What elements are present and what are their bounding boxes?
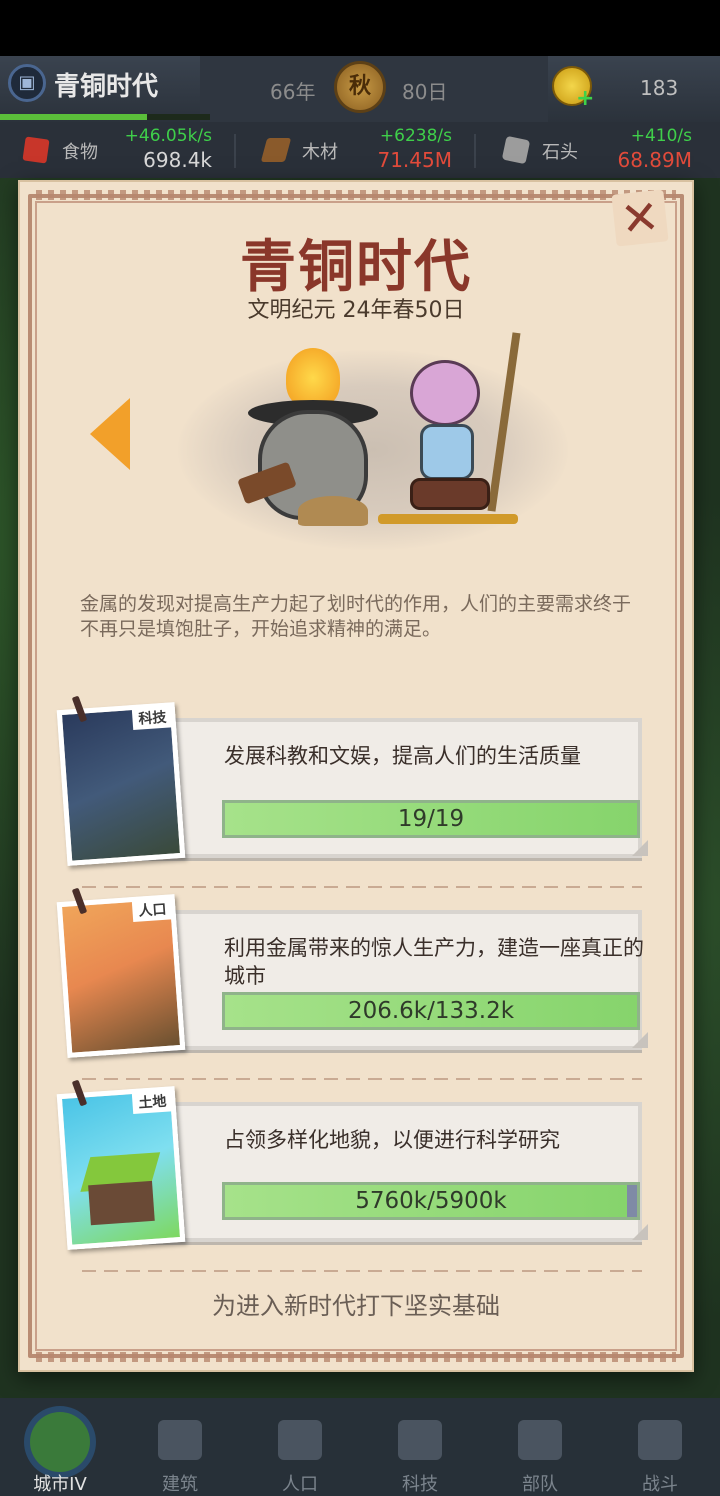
nav-battle[interactable]: 战斗 <box>600 1398 720 1496</box>
crossed-swords-icon <box>638 1420 682 1460</box>
era-description: 金属的发现对提高生产力起了划时代的作用，人们的主要需求终于不再只是填饱肚子，开始… <box>80 593 632 640</box>
goal-progress-bar: 19/19 <box>222 800 640 838</box>
progress-text: 19/19 <box>397 806 465 832</box>
tech-thumbnail: 科技 <box>56 702 186 866</box>
stone-icon <box>501 135 531 165</box>
nav-label: 部队 <box>522 1474 558 1495</box>
card-corner <box>632 1032 648 1048</box>
era-icon: ▣ <box>8 64 46 102</box>
dialog-title: 青铜时代 <box>240 235 472 300</box>
goal-text: 占领多样化地貌，以便进行科学研究 <box>224 1128 560 1152</box>
resource-rate: +46.05k/s <box>124 126 212 146</box>
nav-label: 城市IV <box>33 1474 87 1495</box>
goal-text: 发展科教和文娱，提高人们的生活质量 <box>224 744 581 768</box>
book-icon <box>398 1420 442 1460</box>
goal-card-tech: 科技 发展科教和文娱，提高人们的生活质量 19/19 <box>56 695 648 866</box>
person-icon <box>278 1420 322 1460</box>
goal-tag: 人口 <box>131 897 174 923</box>
era-illustration <box>178 320 578 560</box>
resource-name: 食物 <box>62 142 98 163</box>
coin-panel[interactable]: + 183 <box>548 56 720 122</box>
nav-city[interactable]: 城市IV <box>0 1398 120 1496</box>
wood-icon <box>260 138 292 162</box>
goal-text: 利用金属带来的惊人生产力，建造一座真正的城市 <box>224 936 644 988</box>
resource-amount: 698.4k <box>143 148 212 172</box>
divider <box>82 1078 642 1080</box>
era-button[interactable]: ▣ 青铜时代 <box>0 56 210 122</box>
goal-progress-bar: 5760k/5900k <box>222 1182 640 1220</box>
grass-block-body <box>88 1180 155 1226</box>
add-coins-icon[interactable]: + <box>576 86 594 111</box>
resource-rate: +410/s <box>630 126 692 146</box>
land-thumbnail: 土地 <box>56 1086 186 1250</box>
ore-pile <box>298 496 368 526</box>
progress-text: 206.6k/133.2k <box>347 998 515 1024</box>
nav-buildings[interactable]: 建筑 <box>120 1398 240 1496</box>
date-year: 66年 <box>270 80 316 104</box>
nav-label: 战斗 <box>642 1474 678 1495</box>
goal-tag: 土地 <box>131 1089 174 1115</box>
goal-tag: 科技 <box>131 705 174 731</box>
house-icon <box>158 1420 202 1460</box>
dialog-footer: 为进入新时代打下坚实基础 <box>212 1292 500 1320</box>
date-day: 80日 <box>402 80 448 104</box>
goal-card-background <box>142 1102 642 1242</box>
nav-army[interactable]: 部队 <box>480 1398 600 1496</box>
progress-text: 5760k/5900k <box>355 1188 507 1214</box>
resource-name: 木材 <box>302 142 338 163</box>
divider <box>82 1270 642 1272</box>
fire-icon <box>286 348 340 408</box>
era-dialog: ✕ 青铜时代 文明纪元 24年春50日 金属的发现对提高生产力起了划时代的作用，… <box>18 180 694 1372</box>
divider <box>82 886 642 888</box>
era-title: 青铜时代 <box>54 72 159 102</box>
castle-icon <box>30 1412 90 1472</box>
goal-card-land: 土地 占领多样化地貌，以便进行科学研究 5760k/5900k <box>56 1079 648 1250</box>
divider <box>474 134 476 168</box>
shovel <box>378 514 518 524</box>
resource-rate: +6238/s <box>379 126 452 146</box>
resource-stone[interactable]: 石头 +410/s 68.89M <box>480 122 716 178</box>
resource-amount: 71.45M <box>377 148 452 172</box>
meat-icon <box>22 136 50 164</box>
card-corner <box>632 1224 648 1240</box>
divider <box>234 134 236 168</box>
population-thumbnail: 人口 <box>56 894 186 1058</box>
resource-name: 石头 <box>542 142 578 163</box>
resource-amount: 68.89M <box>617 148 692 172</box>
character-head <box>410 360 480 426</box>
goal-card-population: 人口 利用金属带来的惊人生产力，建造一座真正的城市 206.6k/133.2k <box>56 887 648 1058</box>
nav-population[interactable]: 人口 <box>240 1398 360 1496</box>
nav-label: 建筑 <box>162 1474 198 1495</box>
tree-stump <box>410 478 490 510</box>
frame-ornament-bottom <box>36 1352 676 1362</box>
resource-food[interactable]: 食物 +46.05k/s 698.4k <box>0 122 236 178</box>
nav-label: 人口 <box>282 1474 318 1495</box>
nav-label: 科技 <box>402 1474 438 1495</box>
nav-tech[interactable]: 科技 <box>360 1398 480 1496</box>
previous-era-arrow-icon[interactable] <box>90 398 130 470</box>
bottom-navigation: 城市IV 建筑 人口 科技 部队 战斗 <box>0 1398 720 1496</box>
character-body <box>420 424 474 480</box>
frame-ornament-top <box>36 190 676 200</box>
era-progress-bar <box>0 114 210 120</box>
goal-progress-bar: 206.6k/133.2k <box>222 992 640 1030</box>
banner-icon <box>518 1420 562 1460</box>
system-status-bar <box>0 0 720 56</box>
coin-count: 183 <box>640 76 679 100</box>
resource-wood[interactable]: 木材 +6238/s 71.45M <box>240 122 476 178</box>
top-bar: ▣ 青铜时代 66年 秋 80日 + 183 <box>0 56 720 122</box>
card-corner <box>632 840 648 856</box>
season-badge[interactable]: 秋 <box>334 61 386 113</box>
resource-bar: 食物 +46.05k/s 698.4k 木材 +6238/s 71.45M 石头… <box>0 122 720 178</box>
